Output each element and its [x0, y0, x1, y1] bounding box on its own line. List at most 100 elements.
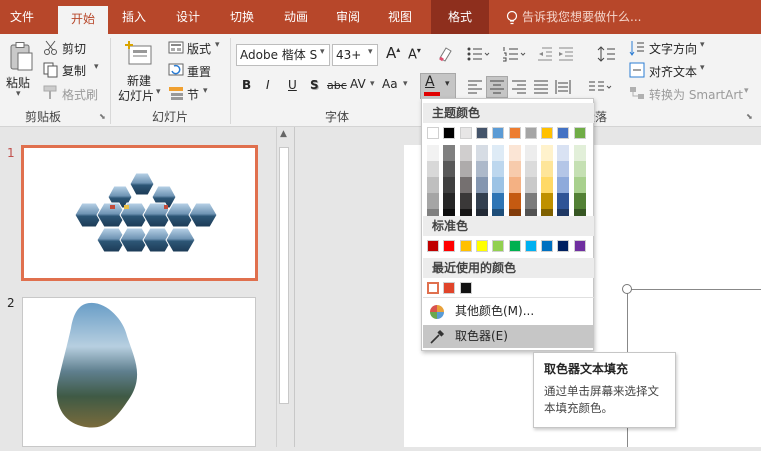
bullets-icon[interactable] — [466, 46, 490, 62]
standard-color-swatch[interactable] — [508, 240, 521, 252]
font-color-chevron-icon[interactable]: ▾ — [445, 79, 450, 89]
eyedropper-item[interactable]: 取色器(E) — [423, 325, 594, 348]
theme-shade-swatch[interactable] — [443, 193, 456, 209]
smartart-chevron-icon[interactable]: ▾ — [744, 86, 749, 96]
theme-shade-swatch[interactable] — [508, 161, 521, 177]
justify-icon[interactable] — [533, 79, 549, 95]
theme-shade-swatch[interactable] — [492, 193, 505, 209]
change-case-chevron-icon[interactable]: ▾ — [403, 79, 408, 89]
theme-shade-swatch[interactable] — [541, 145, 554, 161]
theme-shade-swatch[interactable] — [475, 177, 488, 193]
theme-shade-swatch[interactable] — [573, 145, 586, 161]
standard-color-swatch[interactable] — [541, 240, 554, 252]
layout-button[interactable]: 版式 — [187, 40, 211, 57]
theme-shade-swatch[interactable] — [508, 193, 521, 209]
numbering-icon[interactable] — [502, 46, 526, 62]
clear-formatting-icon[interactable] — [437, 46, 453, 62]
align-text-button[interactable]: 对齐文本 — [649, 63, 697, 80]
standard-color-swatch[interactable] — [427, 240, 439, 252]
theme-shade-swatch[interactable] — [475, 161, 488, 177]
tab-view[interactable]: 视图 — [376, 0, 424, 34]
scrollbar-thumb[interactable] — [279, 147, 289, 404]
theme-color-swatch[interactable] — [541, 127, 554, 139]
theme-color-swatch[interactable] — [524, 127, 537, 139]
scroll-up-icon[interactable]: ▲ — [280, 129, 287, 139]
theme-shade-swatch[interactable] — [573, 177, 586, 193]
slide-thumbnail-2[interactable] — [22, 297, 256, 447]
line-spacing-icon[interactable] — [596, 46, 620, 62]
tab-animations[interactable]: 动画 — [272, 0, 320, 34]
theme-color-swatch[interactable] — [427, 127, 439, 139]
shadow-button[interactable]: S — [310, 78, 319, 92]
align-text-chevron-icon[interactable]: ▾ — [700, 63, 705, 73]
theme-shade-swatch[interactable] — [524, 177, 537, 193]
theme-color-swatch[interactable] — [557, 127, 570, 139]
standard-color-swatch[interactable] — [557, 240, 570, 252]
paragraph-launcher-icon[interactable]: ⬊ — [746, 112, 753, 121]
format-painter-button[interactable]: 格式刷 — [62, 86, 98, 103]
tab-design[interactable]: 设计 — [164, 0, 212, 34]
shrink-font-button[interactable]: A▾ — [408, 46, 421, 62]
new-slide-chevron-icon[interactable]: ▾ — [156, 87, 161, 97]
align-left-icon[interactable] — [467, 79, 483, 95]
more-colors-item[interactable]: 其他颜色(M)... — [423, 300, 594, 323]
theme-color-swatch[interactable] — [508, 127, 521, 139]
copy-button[interactable]: 复制 — [62, 62, 86, 79]
char-spacing-button[interactable]: AV — [350, 77, 366, 91]
text-direction-chevron-icon[interactable]: ▾ — [700, 40, 705, 50]
theme-shade-swatch[interactable] — [459, 161, 472, 177]
font-name-combo[interactable]: Adobe 楷体 S — [236, 44, 330, 66]
convert-smartart-button[interactable]: 转换为 SmartArt — [649, 86, 743, 103]
distribute-icon[interactable] — [555, 79, 571, 95]
theme-shade-swatch[interactable] — [524, 145, 537, 161]
italic-button[interactable]: I — [266, 78, 270, 92]
theme-shade-swatch[interactable] — [524, 193, 537, 209]
theme-shade-swatch[interactable] — [508, 177, 521, 193]
theme-shade-swatch[interactable] — [459, 193, 472, 209]
theme-shade-swatch[interactable] — [427, 145, 439, 161]
theme-color-swatch[interactable] — [573, 127, 586, 139]
theme-shade-swatch[interactable] — [443, 177, 456, 193]
theme-shade-swatch[interactable] — [557, 193, 570, 209]
theme-shade-swatch[interactable] — [475, 193, 488, 209]
tab-review[interactable]: 审阅 — [324, 0, 372, 34]
layout-chevron-icon[interactable]: ▾ — [215, 40, 220, 50]
change-case-button[interactable]: Aa — [382, 77, 398, 91]
theme-shade-swatch[interactable] — [459, 145, 472, 161]
theme-color-swatch[interactable] — [459, 127, 472, 139]
reset-button[interactable]: 重置 — [187, 63, 211, 80]
paste-icon[interactable] — [8, 42, 34, 72]
theme-shade-swatch[interactable] — [541, 193, 554, 209]
tell-me-search[interactable]: 告诉我您想要做什么... — [522, 0, 652, 34]
standard-color-swatch[interactable] — [475, 240, 488, 252]
align-right-icon[interactable] — [511, 79, 527, 95]
standard-color-swatch[interactable] — [573, 240, 586, 252]
theme-shade-swatch[interactable] — [427, 193, 439, 209]
new-slide-icon[interactable] — [124, 40, 154, 70]
theme-shade-swatch[interactable] — [427, 161, 439, 177]
new-slide-label-2[interactable]: 幻灯片 — [118, 87, 154, 104]
theme-shade-swatch[interactable] — [475, 145, 488, 161]
strikethrough-button[interactable]: abc — [327, 79, 347, 92]
tab-home[interactable]: 开始 — [58, 6, 108, 34]
theme-shade-swatch[interactable] — [557, 161, 570, 177]
theme-color-swatch[interactable] — [443, 127, 456, 139]
recent-color-swatch[interactable] — [459, 282, 472, 294]
standard-color-swatch[interactable] — [524, 240, 537, 252]
font-name-chevron-icon[interactable]: ▾ — [320, 47, 325, 57]
theme-shade-swatch[interactable] — [492, 161, 505, 177]
theme-shade-swatch[interactable] — [492, 145, 505, 161]
theme-shade-swatch[interactable] — [541, 161, 554, 177]
decrease-indent-icon[interactable] — [537, 46, 553, 62]
standard-color-swatch[interactable] — [443, 240, 456, 252]
tab-insert[interactable]: 插入 — [110, 0, 158, 34]
char-spacing-chevron-icon[interactable]: ▾ — [370, 79, 375, 89]
theme-shade-swatch[interactable] — [427, 177, 439, 193]
standard-color-swatch[interactable] — [492, 240, 505, 252]
theme-shade-swatch[interactable] — [524, 161, 537, 177]
increase-indent-icon[interactable] — [558, 46, 574, 62]
theme-shade-swatch[interactable] — [492, 177, 505, 193]
columns-icon[interactable] — [588, 79, 612, 95]
paste-chevron-icon[interactable]: ▾ — [16, 89, 21, 99]
tab-file[interactable]: 文件 — [0, 0, 44, 34]
